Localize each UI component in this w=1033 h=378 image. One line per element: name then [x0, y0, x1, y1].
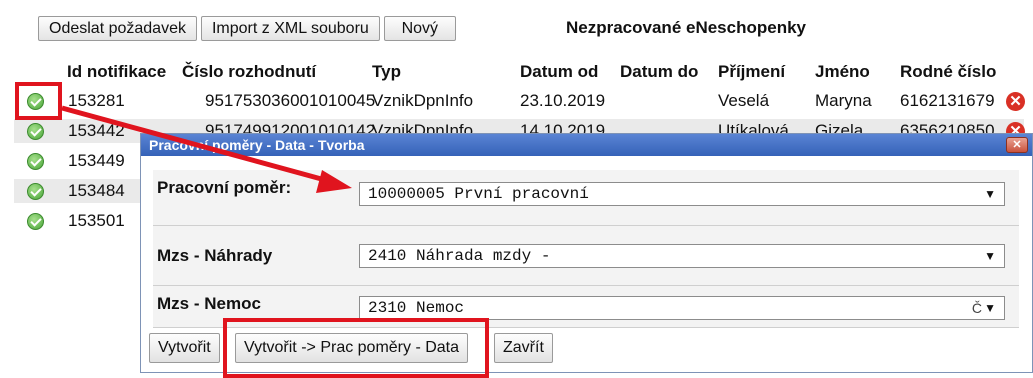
- check-circle-icon[interactable]: [27, 123, 44, 140]
- col-prijmeni[interactable]: Příjmení: [718, 62, 785, 82]
- col-rodne-cislo[interactable]: Rodné číslo: [900, 62, 996, 82]
- chevron-down-icon[interactable]: ▼: [984, 245, 996, 267]
- field-row-mzs-nahrady: Mzs - Náhrady 2410 Náhrada mzdy - ▼: [153, 226, 1019, 286]
- cell-cislo: 951753036001010045: [205, 91, 376, 110]
- pracovni-pomer-select[interactable]: 10000005 První pracovní ▼: [359, 182, 1005, 206]
- mzs-nahrady-select[interactable]: 2410 Náhrada mzdy - ▼: [359, 244, 1005, 268]
- field-label: Pracovní poměr:: [157, 178, 292, 197]
- cell-jmeno: Maryna: [815, 91, 872, 110]
- col-typ[interactable]: Typ: [372, 62, 401, 82]
- select-value: 10000005 První pracovní: [368, 185, 589, 203]
- select-extra-text: Č: [971, 300, 982, 316]
- cell-prijmeni: Veselá: [718, 91, 770, 110]
- field-label: Mzs - Náhrady: [157, 246, 273, 265]
- col-datum-od[interactable]: Datum od: [520, 62, 598, 82]
- cell-typ: VznikDpnInfo: [372, 91, 474, 110]
- delete-x-icon[interactable]: ✕: [1006, 92, 1025, 111]
- cell-datum-od: 23.10.2019: [520, 91, 606, 110]
- list-title: Nezpracované eNeschopenky: [566, 18, 806, 37]
- new-button[interactable]: Nový: [383, 15, 456, 41]
- cell-id: 153281: [68, 91, 125, 110]
- toolbar: Odeslat požadavek Import z XML souboru N…: [38, 14, 460, 42]
- check-circle-icon[interactable]: [27, 183, 44, 200]
- chevron-down-icon[interactable]: ▼: [984, 183, 996, 205]
- create-data-button-highlight: [223, 318, 489, 378]
- dialog-titlebar[interactable]: Pracovní poměry - Data - Tvorba ✕: [141, 134, 1032, 156]
- close-icon[interactable]: ✕: [1006, 137, 1028, 153]
- cell-id: 153442: [68, 121, 125, 140]
- dialog-title: Pracovní poměry - Data - Tvorba: [149, 137, 365, 153]
- cell-id: 153501: [68, 211, 125, 230]
- cell-id: 153484: [68, 181, 125, 200]
- cell-rodne-cislo: 6162131679: [900, 91, 995, 110]
- select-value: 2410 Náhrada mzdy -: [368, 247, 551, 265]
- mzs-nemoc-select[interactable]: 2310 Nemoc Č ▼: [359, 296, 1005, 320]
- check-circle-icon[interactable]: [27, 153, 44, 170]
- col-cislo-rozhodnuti[interactable]: Číslo rozhodnutí: [182, 62, 316, 82]
- send-request-button[interactable]: Odeslat požadavek: [38, 15, 197, 41]
- table-row[interactable]: 153281 951753036001010045 VznikDpnInfo 2…: [0, 89, 1033, 113]
- check-circle-icon[interactable]: [27, 213, 44, 230]
- col-jmeno[interactable]: Jméno: [815, 62, 870, 82]
- import-xml-button[interactable]: Import z XML souboru: [200, 15, 380, 41]
- field-row-pracovni-pomer: Pracovní poměr: 10000005 První pracovní …: [153, 170, 1019, 226]
- select-value: 2310 Nemoc: [368, 299, 465, 317]
- field-label: Mzs - Nemoc: [157, 294, 261, 313]
- chevron-down-icon[interactable]: ▼: [984, 297, 996, 319]
- close-button[interactable]: Zavřít: [494, 333, 553, 363]
- status-icon-highlight: [15, 82, 62, 120]
- col-id-notifikace[interactable]: Id notifikace: [67, 62, 166, 82]
- col-datum-do[interactable]: Datum do: [620, 62, 698, 82]
- create-button[interactable]: Vytvořit: [149, 333, 220, 363]
- cell-id: 153449: [68, 151, 125, 170]
